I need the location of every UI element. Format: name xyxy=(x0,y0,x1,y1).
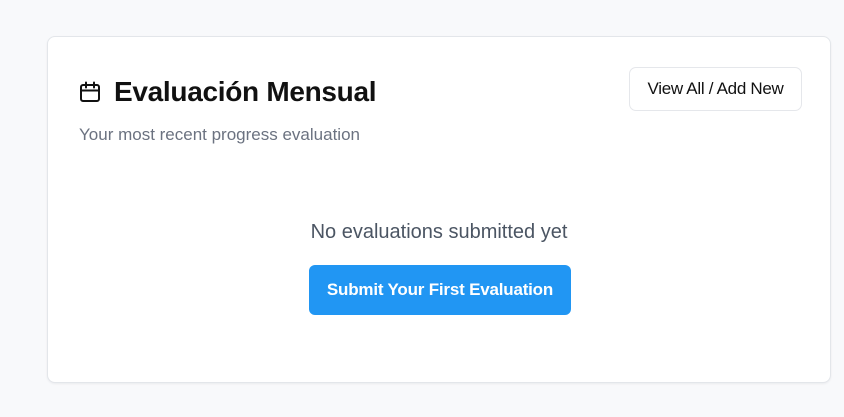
card-header: Evaluación Mensual xyxy=(79,75,377,109)
calendar-icon xyxy=(79,81,101,103)
evaluation-card: Evaluación Mensual Your most recent prog… xyxy=(47,36,831,383)
empty-state-message: No evaluations submitted yet xyxy=(310,221,568,243)
card-subtitle: Your most recent progress evaluation xyxy=(79,125,360,144)
view-all-add-new-button[interactable]: View All / Add New xyxy=(629,67,802,111)
submit-first-evaluation-button[interactable]: Submit Your First Evaluation xyxy=(309,265,571,315)
card-title: Evaluación Mensual xyxy=(114,76,377,107)
